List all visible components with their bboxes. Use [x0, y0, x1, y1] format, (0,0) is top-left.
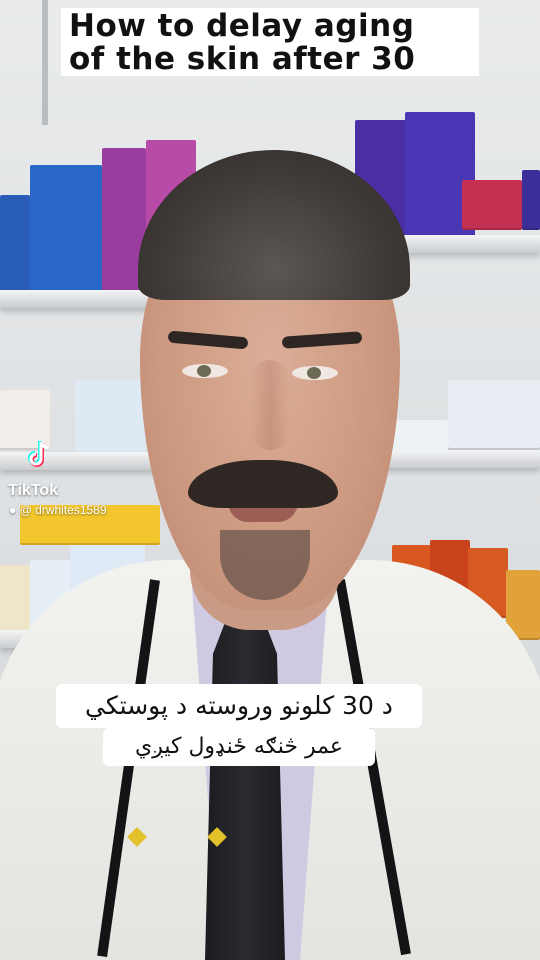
- product-box: [0, 195, 30, 295]
- video-frame[interactable]: [0, 0, 540, 960]
- tiktok-logo-icon: [28, 441, 50, 467]
- caption-line-2: عمر څنګه ځنډول کیږي: [103, 728, 375, 766]
- creator-username: @ drwhites1589: [19, 503, 107, 517]
- shelf-post: [42, 0, 48, 125]
- product-box: [30, 165, 102, 295]
- product-box: [75, 380, 145, 455]
- left-eye: [182, 364, 228, 378]
- right-eye: [292, 366, 338, 380]
- shelf: [0, 452, 160, 470]
- shelf: [380, 450, 540, 468]
- product-box: [448, 380, 540, 450]
- nose: [250, 360, 290, 450]
- tiktok-brand-label: TikTok: [8, 482, 59, 499]
- caption-line-1: د 30 کلونو وروسته د پوستکي: [56, 684, 422, 728]
- creator-handle: ● @ drwhites1589: [9, 503, 107, 517]
- title-line-1: How to delay aging: [69, 8, 415, 44]
- product-box: [0, 565, 30, 635]
- necktie: [205, 612, 285, 960]
- title-overlay: How to delay aging of the skin after 30: [61, 8, 479, 76]
- title-line-2: of the skin after 30: [69, 41, 416, 77]
- product-box: [462, 180, 522, 230]
- product-box: [522, 170, 540, 230]
- user-icon: ●: [9, 503, 17, 517]
